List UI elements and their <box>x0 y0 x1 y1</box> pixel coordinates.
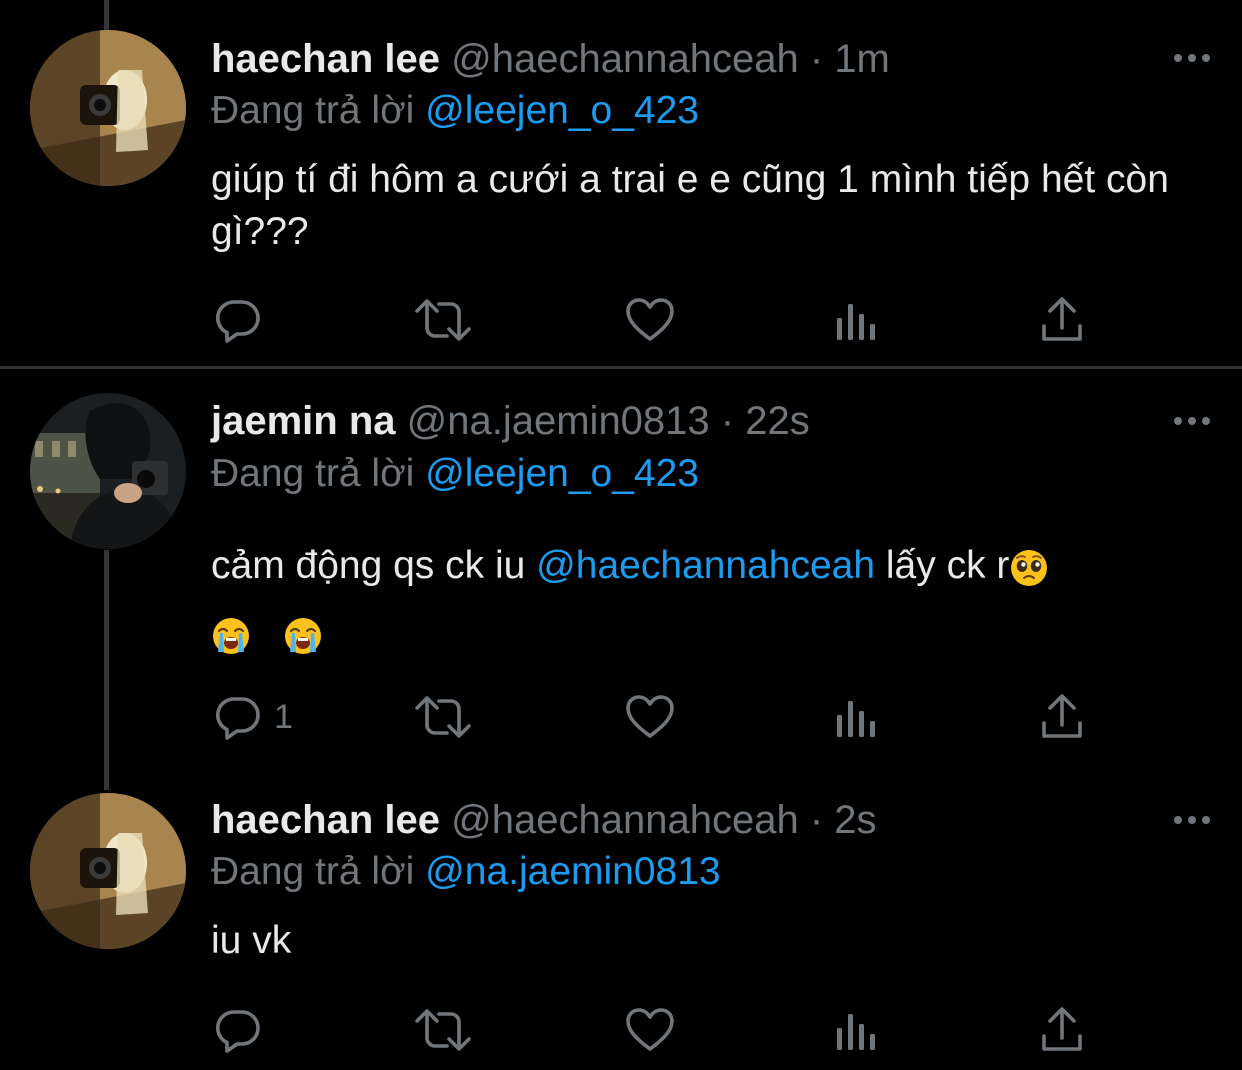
mention-link[interactable]: @haechannahceah <box>536 544 875 587</box>
avatar[interactable] <box>30 393 186 549</box>
user-handle[interactable]: @haechannahceah <box>451 798 799 842</box>
reply-icon <box>214 1006 262 1054</box>
share-button[interactable] <box>1040 1002 1084 1058</box>
retweet-button[interactable] <box>413 292 473 348</box>
like-icon <box>625 1007 675 1053</box>
tweet-text-part: cảm động qs ck iu <box>211 544 537 587</box>
tweet-header: haechan lee @haechannahceah · 2s <box>211 795 877 845</box>
tweet[interactable]: jaemin na @na.jaemin0813 · 22s Đang trả … <box>0 369 1242 789</box>
replying-prefix: Đang trả lời <box>211 850 415 893</box>
more-horizontal-icon[interactable] <box>1172 409 1212 433</box>
replying-prefix: Đang trả lời <box>211 452 415 495</box>
separator-dot: · <box>720 399 735 443</box>
timestamp[interactable]: 22s <box>745 399 810 443</box>
mention-link[interactable]: @leejen_o_423 <box>425 89 699 132</box>
like-button[interactable] <box>625 689 675 745</box>
mention-link[interactable]: @leejen_o_423 <box>425 452 699 495</box>
timestamp[interactable]: 1m <box>834 37 890 81</box>
analytics-icon <box>834 1008 878 1052</box>
reply-icon <box>214 296 262 344</box>
tweet-text: iu vk <box>211 919 292 962</box>
reply-count: 1 <box>274 697 293 736</box>
display-name[interactable]: haechan lee <box>211 37 440 81</box>
more-horizontal-icon[interactable] <box>1172 46 1212 70</box>
separator-dot: · <box>809 37 824 81</box>
avatar[interactable] <box>30 30 186 186</box>
share-button[interactable] <box>1040 689 1084 745</box>
reply-button[interactable]: 1 <box>214 689 293 745</box>
like-icon <box>625 297 675 343</box>
tweet-text: cảm động qs ck iu @haechannahceah lấy ck… <box>211 532 1191 668</box>
like-button[interactable] <box>625 292 675 348</box>
loudly-crying-face-emoji <box>211 616 251 656</box>
tweet-thread: haechan lee @haechannahceah · 1m Đang tr… <box>0 0 1242 1070</box>
avatar-haechan <box>30 30 186 186</box>
user-handle[interactable]: @na.jaemin0813 <box>407 399 710 443</box>
analytics-button[interactable] <box>834 292 878 348</box>
like-button[interactable] <box>625 1002 675 1058</box>
reply-button[interactable] <box>214 292 262 348</box>
replying-prefix: Đang trả lời <box>211 89 415 132</box>
avatar-jaemin <box>30 393 186 549</box>
avatar[interactable] <box>30 793 186 949</box>
action-bar <box>0 1002 1242 1058</box>
replying-to: Đang trả lời @leejen_o_423 <box>211 86 699 136</box>
avatar-haechan <box>30 793 186 949</box>
share-button[interactable] <box>1040 292 1084 348</box>
retweet-icon <box>413 1006 473 1054</box>
reply-button[interactable] <box>214 1002 262 1058</box>
tweet-header: jaemin na @na.jaemin0813 · 22s <box>211 396 810 446</box>
timestamp[interactable]: 2s <box>834 798 876 842</box>
analytics-icon <box>834 695 878 739</box>
like-icon <box>625 694 675 740</box>
share-icon <box>1040 296 1084 344</box>
user-handle[interactable]: @haechannahceah <box>451 37 799 81</box>
display-name[interactable]: haechan lee <box>211 798 440 842</box>
loudly-crying-face-emoji <box>283 616 323 656</box>
tweet-header: haechan lee @haechannahceah · 1m <box>211 34 890 84</box>
share-icon <box>1040 693 1084 741</box>
action-bar <box>0 292 1242 348</box>
retweet-icon <box>413 693 473 741</box>
more-horizontal-icon[interactable] <box>1172 808 1212 832</box>
separator-dot: · <box>809 798 824 842</box>
tweet[interactable]: haechan lee @haechannahceah · 1m Đang tr… <box>0 0 1242 366</box>
pleading-face-emoji <box>1009 548 1049 588</box>
reply-icon <box>214 693 262 741</box>
analytics-icon <box>834 298 878 342</box>
mention-link[interactable]: @na.jaemin0813 <box>425 850 720 893</box>
replying-to: Đang trả lời @leejen_o_423 <box>211 449 699 499</box>
retweet-button[interactable] <box>413 689 473 745</box>
replying-to: Đang trả lời @na.jaemin0813 <box>211 847 721 897</box>
display-name[interactable]: jaemin na <box>211 399 396 443</box>
retweet-icon <box>413 296 473 344</box>
retweet-button[interactable] <box>413 1002 473 1058</box>
analytics-button[interactable] <box>834 689 878 745</box>
tweet-text-part: lấy ck r <box>875 544 1010 587</box>
analytics-button[interactable] <box>834 1002 878 1058</box>
share-icon <box>1040 1006 1084 1054</box>
action-bar: 1 <box>0 689 1242 745</box>
tweet[interactable]: haechan lee @haechannahceah · 2s Đang tr… <box>0 789 1242 1070</box>
tweet-text: giúp tí đi hôm a cưới a trai e e cũng 1 … <box>211 158 1169 253</box>
